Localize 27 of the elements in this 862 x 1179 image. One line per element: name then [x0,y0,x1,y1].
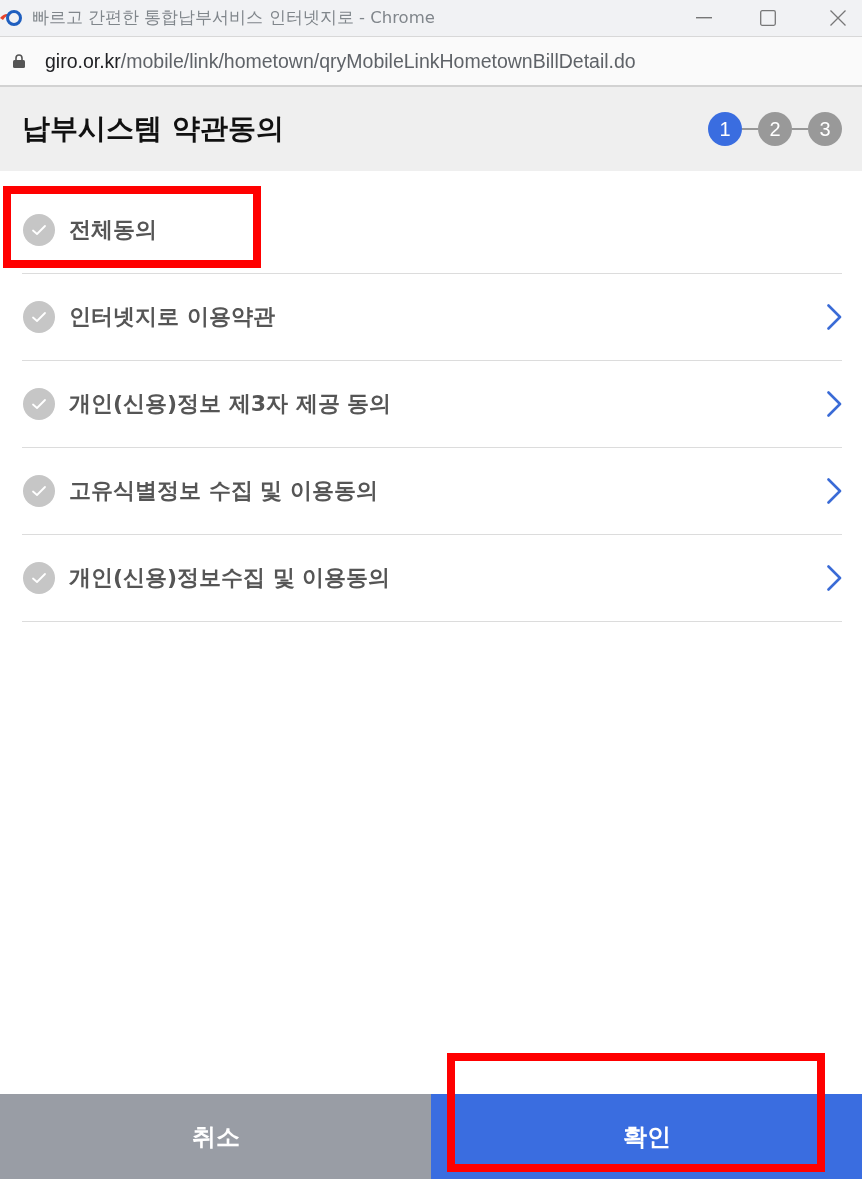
check-circle-icon[interactable] [23,388,55,420]
window-title: 빠르고 간편한 통합납부서비스 인터넷지로 - Chrome [32,7,435,29]
step-indicator: 2 [758,112,792,146]
lock-icon [13,54,25,68]
terms-item-label[interactable]: 개인(신용)정보 제3자 제공 동의 [69,389,392,419]
check-circle-icon[interactable] [23,475,55,507]
chevron-right-icon[interactable] [827,304,842,330]
address-url: giro.or.kr/mobile/link/hometown/qryMobileLinkHometownBillDetail.do [45,49,636,73]
page-title: 납부시스템 약관동의 [22,111,284,147]
terms-item-label[interactable]: 개인(신용)정보수집 및 이용동의 [69,563,391,593]
maximize-icon[interactable] [760,10,776,26]
terms-item-label[interactable]: 고유식별정보 수집 및 이용동의 [69,476,378,506]
step-indicator: 3 [808,112,842,146]
chevron-right-icon[interactable] [827,391,842,417]
check-circle-icon[interactable] [23,214,55,246]
site-logo-icon [0,9,22,27]
step-connector [792,128,808,130]
step-indicator: 1 [708,112,742,146]
chevron-right-icon[interactable] [827,478,842,504]
close-icon[interactable] [830,10,846,26]
agree-all-label[interactable]: 전체동의 [69,215,157,245]
minimize-icon[interactable] [696,17,712,19]
chevron-right-icon[interactable] [827,565,842,591]
terms-item-label[interactable]: 인터넷지로 이용약관 [69,302,275,332]
check-circle-icon[interactable] [23,562,55,594]
check-circle-icon[interactable] [23,301,55,333]
step-connector [742,128,758,130]
